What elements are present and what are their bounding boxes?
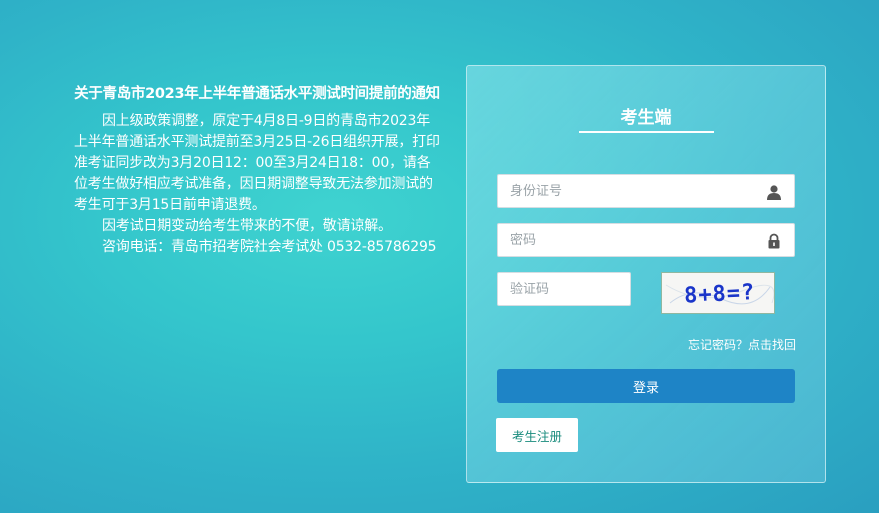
notice-paragraph: 咨询电话：青岛市招考院社会考试处 0532-85786295	[102, 239, 437, 255]
password-field	[497, 223, 795, 257]
title-underline	[579, 131, 714, 133]
id-number-input[interactable]	[498, 175, 794, 207]
captcha-graphic: 8+8=?	[665, 280, 775, 309]
captcha-field	[497, 272, 631, 306]
register-button[interactable]: 考生注册	[496, 418, 578, 452]
login-panel: 考生端 8+8=? 忘记密码？点击找回 登录 考生注册	[466, 65, 826, 483]
id-number-field	[497, 174, 795, 208]
notice-body: 因上级政策调整，原定于4月8日-9日的青岛市2023年上半年普通话水平测试提前至…	[74, 111, 440, 258]
notice-paragraph: 因上级政策调整，原定于4月8日-9日的青岛市2023年上半年普通话水平测试提前至…	[74, 113, 440, 213]
password-input[interactable]	[498, 224, 794, 256]
forgot-password-link[interactable]: 忘记密码？点击找回	[688, 336, 796, 353]
notice-title: 关于青岛市2023年上半年普通话水平测试时间提前的通知	[74, 86, 440, 102]
panel-title: 考生端	[620, 108, 672, 128]
notice-paragraph: 因考试日期变动给考生带来的不便，敬请谅解。	[102, 218, 392, 234]
notice-panel: 关于青岛市2023年上半年普通话水平测试时间提前的通知 因上级政策调整，原定于4…	[74, 86, 440, 258]
captcha-text: 8+8=?	[683, 280, 755, 309]
captcha-input[interactable]	[498, 273, 630, 305]
user-icon	[767, 185, 781, 200]
captcha-image[interactable]: 8+8=?	[661, 272, 775, 314]
lock-icon	[768, 233, 780, 249]
login-button[interactable]: 登录	[497, 369, 795, 403]
